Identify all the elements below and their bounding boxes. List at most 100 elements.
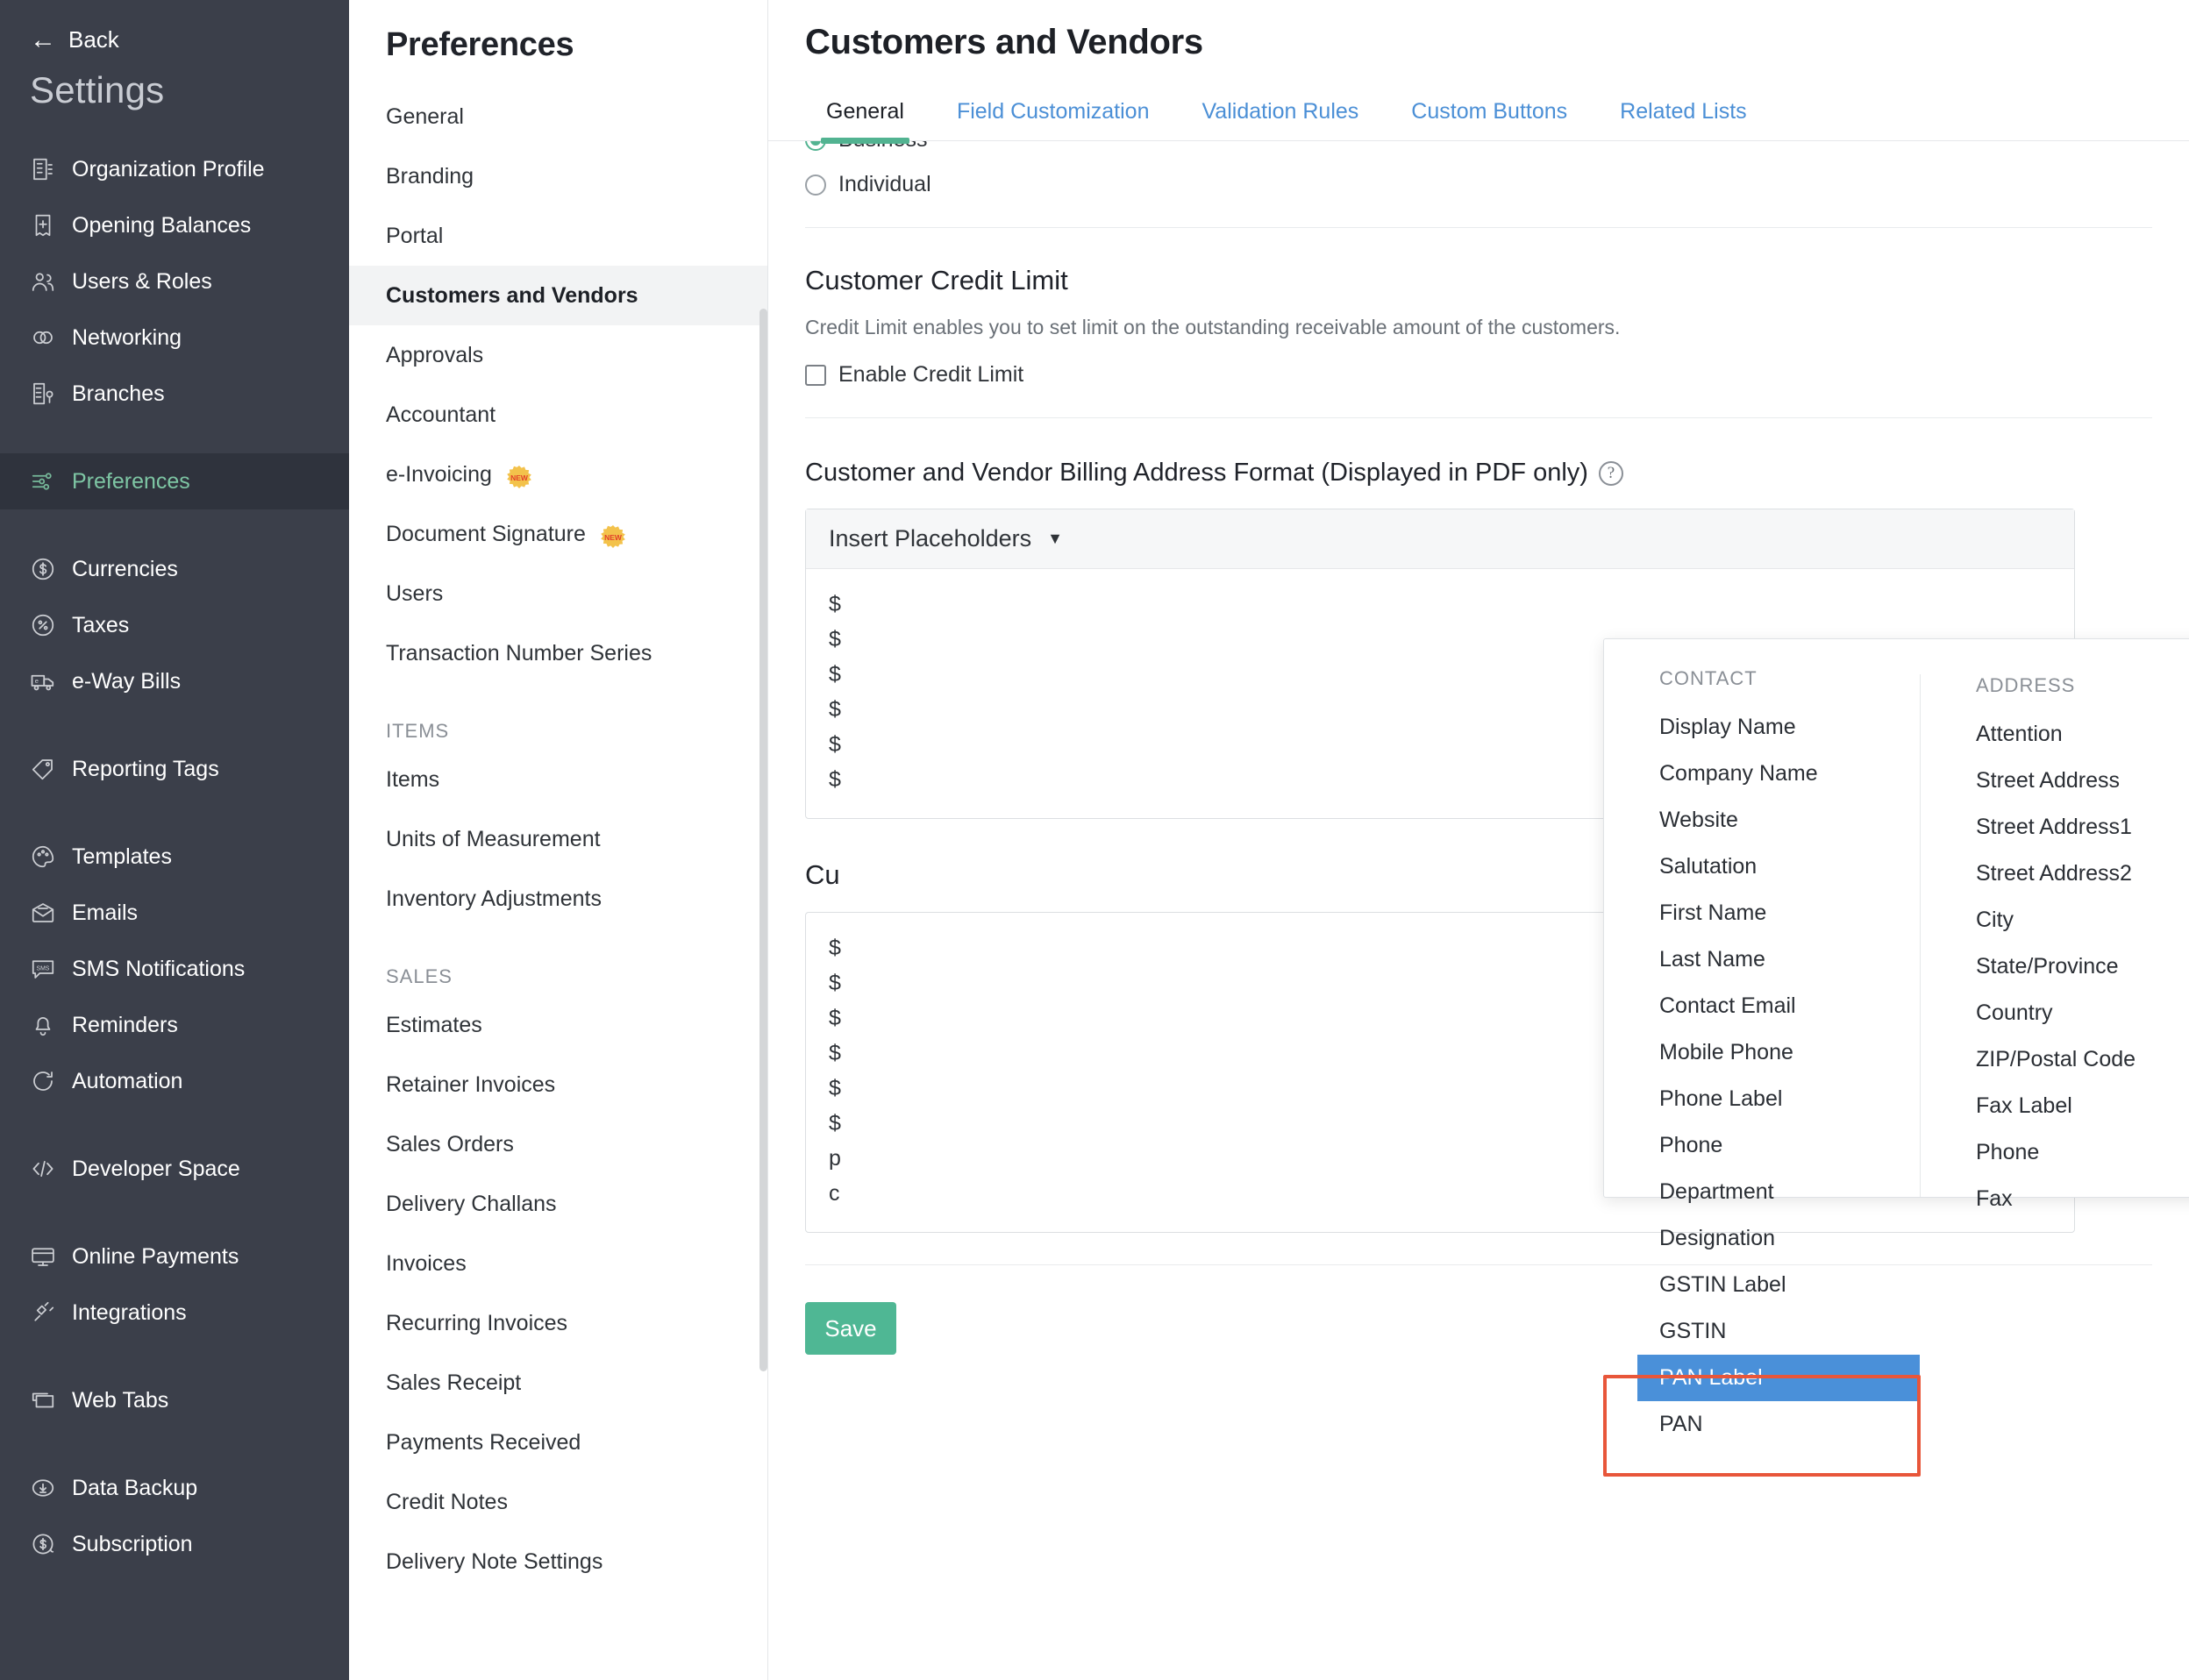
placeholder-item-street-address2[interactable]: Street Address2 — [1954, 851, 2189, 897]
placeholder-item-city[interactable]: City — [1954, 897, 2189, 943]
preferences-item-delivery-note-settings[interactable]: Delivery Note Settings — [349, 1532, 767, 1591]
placeholder-item-phone[interactable]: Phone — [1954, 1129, 2189, 1176]
placeholder-item-zip-postal-code[interactable]: ZIP/Postal Code — [1954, 1036, 2189, 1083]
preferences-item-branding[interactable]: Branding — [349, 146, 767, 206]
placeholder-item-department[interactable]: Department — [1637, 1169, 1920, 1215]
placeholder-item-designation[interactable]: Designation — [1637, 1215, 1920, 1262]
help-circle-icon[interactable]: ? — [1599, 461, 1623, 486]
preferences-item-sales-orders[interactable]: Sales Orders — [349, 1114, 767, 1174]
preferences-item-invoices[interactable]: Invoices — [349, 1234, 767, 1293]
placeholder-item-phone[interactable]: Phone — [1637, 1122, 1920, 1169]
sidebar-item-developer-space[interactable]: Developer Space — [0, 1141, 349, 1197]
enable-credit-limit-row[interactable]: Enable Credit Limit — [805, 362, 2189, 388]
placeholder-item-mobile-phone[interactable]: Mobile Phone — [1637, 1029, 1920, 1076]
sidebar-item-taxes[interactable]: Taxes — [0, 597, 349, 653]
sidebar-item-organization-profile[interactable]: Organization Profile — [0, 141, 349, 197]
sidebar-item-reminders[interactable]: Reminders — [0, 997, 349, 1053]
tab-field-customization[interactable]: Field Customization — [931, 99, 1176, 140]
sidebar-item-online-payments[interactable]: Online Payments — [0, 1228, 349, 1285]
preferences-item-customers-and-vendors[interactable]: Customers and Vendors — [349, 266, 767, 325]
sidebar-item-integrations[interactable]: Integrations — [0, 1285, 349, 1341]
preferences-item-recurring-invoices[interactable]: Recurring Invoices — [349, 1293, 767, 1353]
save-button[interactable]: Save — [805, 1302, 896, 1355]
preferences-item-estimates[interactable]: Estimates — [349, 995, 767, 1055]
sidebar-item-label: Taxes — [68, 613, 129, 638]
placeholder-item-state-province[interactable]: State/Province — [1954, 943, 2189, 990]
placeholder-item-street-address1[interactable]: Street Address1 — [1954, 804, 2189, 851]
sidebar-item-sms-notifications[interactable]: SMSSMS Notifications — [0, 941, 349, 997]
preferences-item-sales-receipt[interactable]: Sales Receipt — [349, 1353, 767, 1413]
placeholder-item-country[interactable]: Country — [1954, 990, 2189, 1036]
placeholder-line: $ — [829, 587, 2051, 622]
preferences-item-credit-notes[interactable]: Credit Notes — [349, 1472, 767, 1532]
preferences-item-label: Items — [386, 767, 439, 793]
placeholder-item-street-address[interactable]: Street Address — [1954, 758, 2189, 804]
sidebar-item-users-roles[interactable]: Users & Roles — [0, 253, 349, 310]
preferences-item-label: Users — [386, 581, 443, 607]
preferences-item-users[interactable]: Users — [349, 564, 767, 623]
placeholder-item-fax[interactable]: Fax — [1954, 1176, 2189, 1222]
sidebar-nav: Organization ProfileOpening BalancesUser… — [0, 141, 349, 1572]
preferences-item-label: e-Invoicing — [386, 462, 492, 488]
preferences-title: Preferences — [349, 0, 767, 64]
insert-placeholders-button[interactable]: Insert Placeholders ▼ — [806, 509, 2074, 569]
placeholder-item-fax-label[interactable]: Fax Label — [1954, 1083, 2189, 1129]
preferences-item-label: General — [386, 104, 464, 130]
placeholder-item-last-name[interactable]: Last Name — [1637, 936, 1920, 983]
placeholder-item-website[interactable]: Website — [1637, 797, 1920, 844]
sidebar-item-reporting-tags[interactable]: Reporting Tags — [0, 741, 349, 797]
preferences-item-label: Recurring Invoices — [386, 1311, 567, 1336]
svg-text:e: e — [35, 677, 39, 685]
preferences-item-items[interactable]: Items — [349, 750, 767, 809]
sidebar-item-label: Reminders — [68, 1013, 178, 1038]
customer-type-individual-row[interactable]: Individual — [805, 172, 2189, 197]
preferences-item-delivery-challans[interactable]: Delivery Challans — [349, 1174, 767, 1234]
preferences-item-general[interactable]: General — [349, 87, 767, 146]
sidebar-item-opening-balances[interactable]: Opening Balances — [0, 197, 349, 253]
preferences-item-document-signature[interactable]: Document SignatureNEW — [349, 504, 767, 564]
percent-circle-icon — [30, 612, 68, 638]
sidebar-item-templates[interactable]: Templates — [0, 829, 349, 885]
placeholder-item-phone-label[interactable]: Phone Label — [1637, 1076, 1920, 1122]
sidebar-item-preferences[interactable]: Preferences — [0, 453, 349, 509]
sidebar-item-e-way-bills[interactable]: ee-Way Bills — [0, 653, 349, 709]
preferences-item-retainer-invoices[interactable]: Retainer Invoices — [349, 1055, 767, 1114]
sidebar-item-emails[interactable]: Emails — [0, 885, 349, 941]
preferences-item-transaction-number-series[interactable]: Transaction Number Series — [349, 623, 767, 683]
preferences-item-inventory-adjustments[interactable]: Inventory Adjustments — [349, 869, 767, 929]
sidebar-item-currencies[interactable]: Currencies — [0, 541, 349, 597]
preferences-item-units-of-measurement[interactable]: Units of Measurement — [349, 809, 767, 869]
placeholder-item-contact-email[interactable]: Contact Email — [1637, 983, 1920, 1029]
sidebar-item-web-tabs[interactable]: Web Tabs — [0, 1372, 349, 1428]
preferences-item-accountant[interactable]: Accountant — [349, 385, 767, 445]
sidebar-item-automation[interactable]: Automation — [0, 1053, 349, 1109]
preferences-item-e-invoicing[interactable]: e-InvoicingNEW — [349, 445, 767, 504]
enable-credit-limit-label: Enable Credit Limit — [838, 362, 1023, 388]
placeholder-item-company-name[interactable]: Company Name — [1637, 751, 1920, 797]
sidebar-item-branches[interactable]: Branches — [0, 366, 349, 422]
tab-general[interactable]: General — [800, 99, 931, 140]
preferences-scrollbar[interactable] — [759, 309, 767, 1371]
placeholder-item-salutation[interactable]: Salutation — [1637, 844, 1920, 890]
tab-validation-rules[interactable]: Validation Rules — [1175, 99, 1385, 140]
enable-credit-limit-checkbox[interactable] — [805, 365, 826, 386]
sidebar-item-data-backup[interactable]: Data Backup — [0, 1460, 349, 1516]
tab-related-lists[interactable]: Related Lists — [1594, 99, 1773, 140]
radio-individual-icon[interactable] — [805, 174, 826, 196]
preferences-item-label: Approvals — [386, 343, 483, 368]
placeholder-item-first-name[interactable]: First Name — [1637, 890, 1920, 936]
preferences-item-payments-received[interactable]: Payments Received — [349, 1413, 767, 1472]
placeholder-item-gstin-label[interactable]: GSTIN Label — [1637, 1262, 1920, 1308]
placeholder-item-gstin[interactable]: GSTIN — [1637, 1308, 1920, 1355]
placeholder-item-pan[interactable]: PAN — [1637, 1401, 1920, 1448]
placeholder-item-display-name[interactable]: Display Name — [1637, 704, 1920, 751]
preferences-item-portal[interactable]: Portal — [349, 206, 767, 266]
insert-placeholders-dropdown[interactable]: CONTACTDisplay NameCompany NameWebsiteSa… — [1603, 638, 2189, 1198]
sidebar-item-subscription[interactable]: Subscription — [0, 1516, 349, 1572]
placeholder-item-pan-label[interactable]: PAN Label — [1637, 1355, 1920, 1401]
back-button[interactable]: ← Back — [0, 0, 349, 53]
tab-custom-buttons[interactable]: Custom Buttons — [1385, 99, 1594, 140]
sidebar-item-networking[interactable]: Networking — [0, 310, 349, 366]
preferences-item-approvals[interactable]: Approvals — [349, 325, 767, 385]
placeholder-item-attention[interactable]: Attention — [1954, 711, 2189, 758]
